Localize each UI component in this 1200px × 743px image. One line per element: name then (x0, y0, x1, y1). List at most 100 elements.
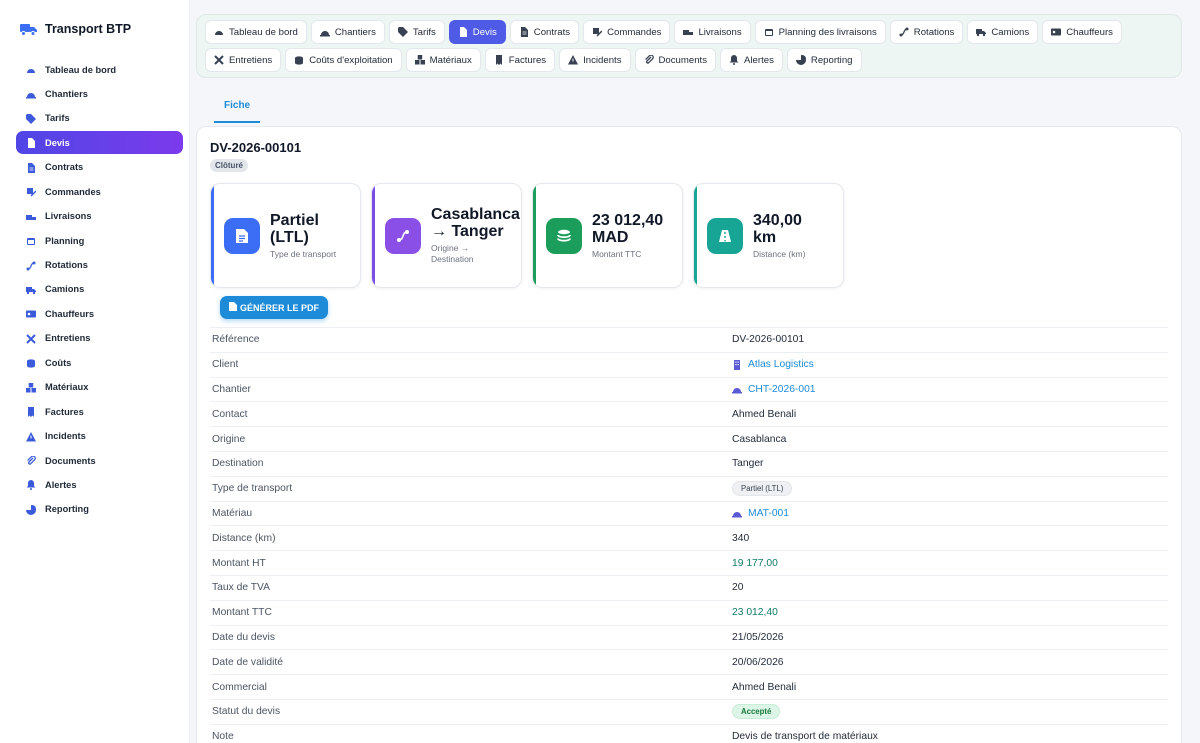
generate-pdf-button[interactable]: GÉNÉRER LE PDF (220, 296, 329, 319)
cubes-icon (26, 382, 36, 393)
file-contract-icon (26, 162, 35, 173)
tab-label: Planning des livraisons (778, 26, 877, 38)
kpi-card-transport-type: Partiel (LTL) Type de transport (210, 183, 361, 288)
tab-factures[interactable]: Factures (484, 48, 556, 72)
tab-alertes[interactable]: Alertes (720, 48, 783, 72)
table-row: Chantier CHT-2026-001 (210, 376, 1168, 402)
kpi-value: 23 012,40 MAD (592, 211, 664, 246)
route-icon (899, 27, 909, 37)
sidebar-item-livraisons[interactable]: Livraisons (16, 205, 183, 228)
sidebar-item-label: Livraisons (45, 211, 92, 222)
paperclip-icon (644, 54, 654, 65)
row-value-cell: Casablanca (732, 434, 786, 445)
table-row: Statut du devis Accepté (210, 698, 1168, 724)
sidebar-item-commandes[interactable]: Commandes (16, 180, 183, 203)
tab-tarifs[interactable]: Tarifs (388, 20, 445, 44)
sidebar-item-mat-riaux[interactable]: Matériaux (16, 376, 183, 399)
table-row: Date du devis 21/05/2026 (210, 624, 1168, 650)
tab-commandes[interactable]: Commandes (583, 20, 671, 44)
sidebar-item-entretiens[interactable]: Entretiens (16, 327, 183, 350)
tab-label: Coûts d'exploitation (309, 54, 393, 66)
sidebar-item-label: Reporting (45, 504, 89, 515)
row-value-cell: 21/05/2026 (732, 632, 784, 643)
tab-entretiens[interactable]: Entretiens (205, 48, 282, 72)
paperclip-icon (26, 456, 36, 465)
sidebar-item-tarifs[interactable]: Tarifs (16, 107, 183, 130)
kpi-value: Casablanca → Tanger (431, 206, 520, 240)
sidebar: Transport BTP Tableau de bord Chantiers Ta… (0, 0, 190, 743)
tag-icon (26, 113, 36, 124)
sidebar-item-tableau-de-bord[interactable]: Tableau de bord (16, 58, 183, 81)
row-label: Destination (212, 458, 264, 470)
sidebar-item-factures[interactable]: Factures (16, 400, 183, 423)
kpi-value: 340,00 km (753, 211, 802, 246)
record-card: DV-2026-00101 Clôturé Partiel (LTL) Type… (196, 126, 1182, 743)
tab-camions[interactable]: Camions (967, 20, 1039, 44)
row-value-cell: 19 177,00 (732, 558, 778, 569)
warning-icon (568, 55, 579, 65)
tab-label: Incidents (583, 54, 622, 66)
row-label: Date de validité (212, 656, 283, 668)
tab-chantiers[interactable]: Chantiers (310, 20, 385, 44)
tab-contrats[interactable]: Contrats (509, 20, 580, 44)
dashboard-icon (214, 27, 224, 37)
id-card-icon (26, 309, 36, 318)
sidebar-item-reporting[interactable]: Reporting (16, 498, 183, 521)
tab-label: Tableau de bord (229, 26, 298, 38)
table-row: Taux de TVA 20 (210, 574, 1168, 600)
tab-planning-des-livraisons[interactable]: Planning des livraisons (754, 20, 886, 44)
row-value: 21/05/2026 (732, 631, 784, 643)
route-icon (26, 261, 36, 270)
tab-incidents[interactable]: Incidents (559, 48, 631, 72)
sidebar-item-planning[interactable]: Planning (16, 229, 183, 252)
row-link[interactable]: MAT-001 (748, 508, 789, 519)
tab-label: Camions (991, 26, 1030, 38)
tab-fiche[interactable]: Fiche (214, 94, 261, 123)
sidebar-item-camions[interactable]: Camions (16, 278, 183, 301)
tab-documents[interactable]: Documents (634, 48, 717, 72)
tab-label: Entretiens (229, 54, 273, 66)
top-nav-row-2: Entretiens Coûts d'exploitation Matériaux F… (205, 48, 1173, 72)
sidebar-item-label: Matériaux (45, 382, 89, 393)
tab-tableau-de-bord[interactable]: Tableau de bord (205, 20, 307, 44)
row-value-cell: 20/06/2026 (732, 657, 784, 668)
row-value-cell: 20 (732, 582, 743, 593)
tab-label: Livraisons (698, 26, 742, 38)
tab-devis[interactable]: Devis (448, 20, 506, 44)
row-link[interactable]: CHT-2026-001 (748, 384, 816, 395)
sidebar-item-incidents[interactable]: Incidents (16, 425, 183, 448)
tab-rotations[interactable]: Rotations (889, 20, 964, 44)
row-label: Montant TTC (212, 607, 272, 619)
sidebar-item-chantiers[interactable]: Chantiers (16, 82, 183, 105)
sidebar-item-chauffeurs[interactable]: Chauffeurs (16, 302, 183, 325)
row-value-cell: DV-2026-00101 (732, 334, 804, 345)
table-row: Commercial Ahmed Benali (210, 674, 1168, 699)
tab-livraisons[interactable]: Livraisons (674, 20, 751, 44)
sidebar-item-co-ts[interactable]: Coûts (16, 351, 183, 374)
row-label: Client (212, 359, 239, 371)
tab-co-ts-d-exploitation[interactable]: Coûts d'exploitation (285, 48, 402, 72)
generate-pdf-label: GÉNÉRER LE PDF (240, 302, 320, 313)
sidebar-item-alertes[interactable]: Alertes (16, 473, 183, 496)
coins-icon (26, 358, 35, 368)
sidebar-item-documents[interactable]: Documents (16, 449, 183, 472)
row-link[interactable]: Atlas Logistics (748, 359, 814, 370)
sidebar-item-contrats[interactable]: Contrats (16, 156, 183, 179)
tab-mat-riaux[interactable]: Matériaux (405, 48, 481, 72)
pdf-file-icon (229, 302, 237, 313)
tab-reporting[interactable]: Reporting (786, 48, 862, 72)
calendar-icon (26, 236, 35, 246)
row-value-cell: 340 (732, 533, 749, 544)
row-value-cell: Devis de transport de matériaux (732, 731, 878, 742)
tab-chauffeurs[interactable]: Chauffeurs (1042, 20, 1122, 44)
sidebar-item-devis[interactable]: Devis (16, 131, 183, 155)
row-value-cell: Atlas Logistics (732, 359, 814, 370)
row-value-cell: 23 012,40 (732, 607, 778, 618)
invoice-icon (26, 407, 35, 418)
table-row: Référence DV-2026-00101 (210, 327, 1168, 352)
row-value: Ahmed Benali (732, 408, 797, 420)
sidebar-item-rotations[interactable]: Rotations (16, 254, 183, 277)
brand[interactable]: Transport BTP (0, 0, 189, 58)
row-label: Note (212, 731, 234, 743)
sidebar-item-label: Contrats (45, 162, 84, 173)
